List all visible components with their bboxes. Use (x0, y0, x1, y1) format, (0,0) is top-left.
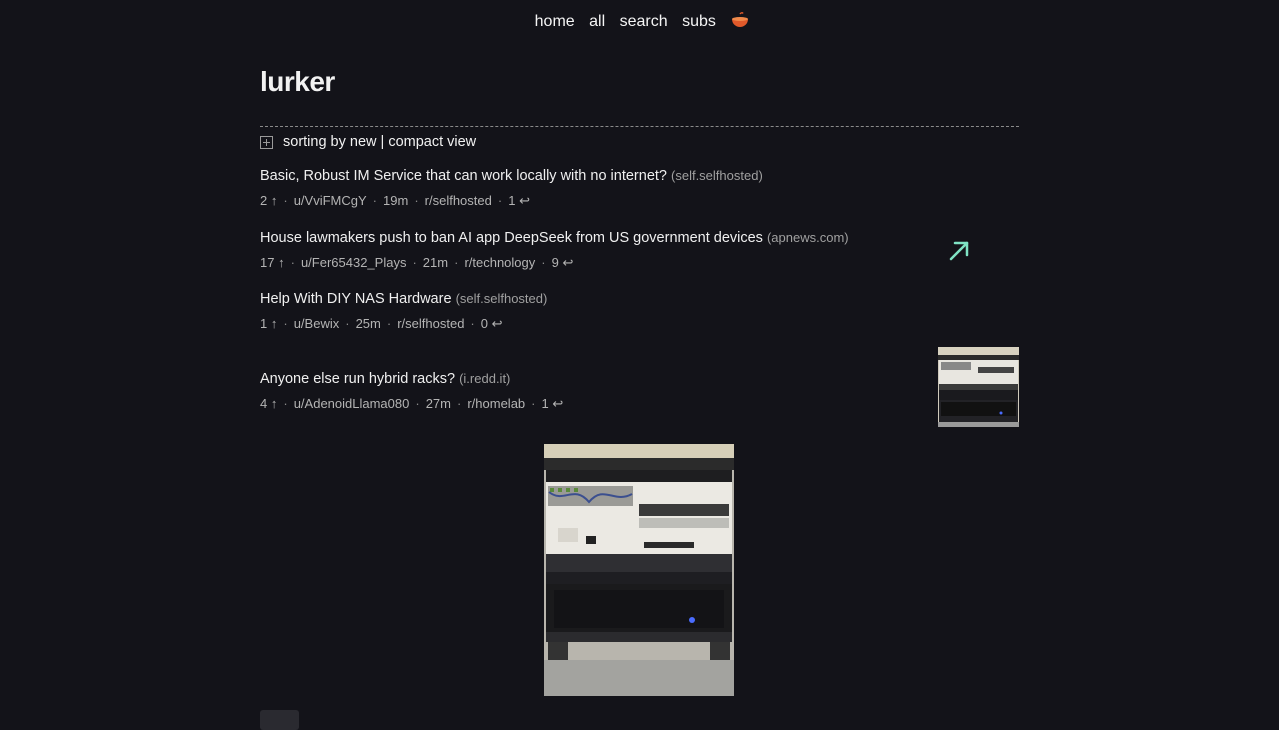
post-meta: 17 ↑ · u/Fer65432_Plays · 21m · r/technology · 9… (260, 255, 574, 270)
reply-icon[interactable]: ↩ (562, 255, 573, 270)
post-comments[interactable]: 9 (552, 255, 559, 270)
post-meta: 1 ↑ · u/Bewix · 25m · r/selfhosted · 0 ↩ (260, 316, 503, 331)
post-score: 4 (260, 396, 268, 411)
post-author[interactable]: u/VviFMCgY (294, 193, 367, 208)
post-subreddit[interactable]: r/technology (464, 255, 535, 270)
post-domain: (i.redd.it) (459, 371, 511, 386)
post-item: House lawmakers push to ban AI app DeepS… (260, 229, 1019, 271)
post-age: 25m (355, 316, 381, 331)
top-nav: home all search subs (0, 12, 1279, 33)
upvote-icon: ↑ (270, 316, 278, 331)
reply-icon[interactable]: ↩ (552, 396, 563, 411)
post-thumbnail[interactable] (938, 347, 1019, 427)
post-item: Anyone else run hybrid racks? (i.redd.it… (260, 370, 1019, 412)
post-comments[interactable]: 1 (508, 193, 515, 208)
upvote-icon: ↑ (278, 255, 285, 270)
divider (260, 126, 1019, 127)
post-title[interactable]: Help With DIY NAS Hardware (260, 291, 452, 307)
post-author[interactable]: u/Bewix (294, 316, 340, 331)
external-link-icon[interactable] (948, 240, 970, 262)
post-comments[interactable]: 0 (481, 316, 488, 331)
post-age: 27m (425, 396, 451, 411)
post-subreddit[interactable]: r/selfhosted (397, 316, 464, 331)
post-title[interactable]: Anyone else run hybrid racks? (260, 371, 455, 387)
post-meta: 2 ↑ · u/VviFMCgY · 19m · r/selfhosted · 1 ↩ (260, 193, 530, 208)
bowl-icon[interactable] (731, 12, 749, 33)
page-title: lurker (260, 66, 335, 97)
nav-search[interactable]: search (620, 13, 668, 30)
reply-icon[interactable]: ↩ (519, 193, 530, 208)
expand-icon[interactable] (260, 135, 273, 149)
post-age: 19m (383, 193, 409, 208)
post-item: Help With DIY NAS Hardware (self.selfhos… (260, 290, 1019, 332)
reply-icon[interactable]: ↩ (492, 316, 503, 331)
nav-subs[interactable]: subs (682, 13, 716, 30)
post-domain: (apnews.com) (766, 230, 849, 245)
post-score: 1 (260, 316, 268, 331)
post-domain: (self.selfhosted) (455, 291, 548, 306)
post-author[interactable]: u/Fer65432_Plays (301, 255, 407, 270)
collapse-button[interactable] (260, 710, 299, 730)
post-score: 2 (260, 193, 268, 208)
post-meta: 4 ↑ · u/AdenoidLlama080 · 27m · r/homelab · 1 ↩ (260, 396, 564, 411)
post-score: 17 (260, 255, 275, 270)
sort-text[interactable]: sorting by new | compact view (283, 134, 476, 150)
post-item: Basic, Robust IM Service that can work l… (260, 167, 1019, 209)
post-comments[interactable]: 1 (542, 396, 549, 411)
post-age: 21m (422, 255, 449, 270)
post-subreddit[interactable]: r/homelab (467, 396, 525, 411)
post-title[interactable]: House lawmakers push to ban AI app DeepS… (260, 230, 763, 246)
upvote-icon: ↑ (270, 396, 278, 411)
post-domain: (self.selfhosted) (671, 168, 763, 183)
post-image[interactable] (544, 444, 734, 696)
post-title[interactable]: Basic, Robust IM Service that can work l… (260, 168, 667, 184)
upvote-icon: ↑ (270, 193, 278, 208)
post-subreddit[interactable]: r/selfhosted (425, 193, 492, 208)
sort-bar: sorting by new | compact view (260, 134, 476, 150)
nav-all[interactable]: all (589, 13, 605, 30)
post-author[interactable]: u/AdenoidLlama080 (294, 396, 410, 411)
nav-home[interactable]: home (535, 13, 575, 30)
